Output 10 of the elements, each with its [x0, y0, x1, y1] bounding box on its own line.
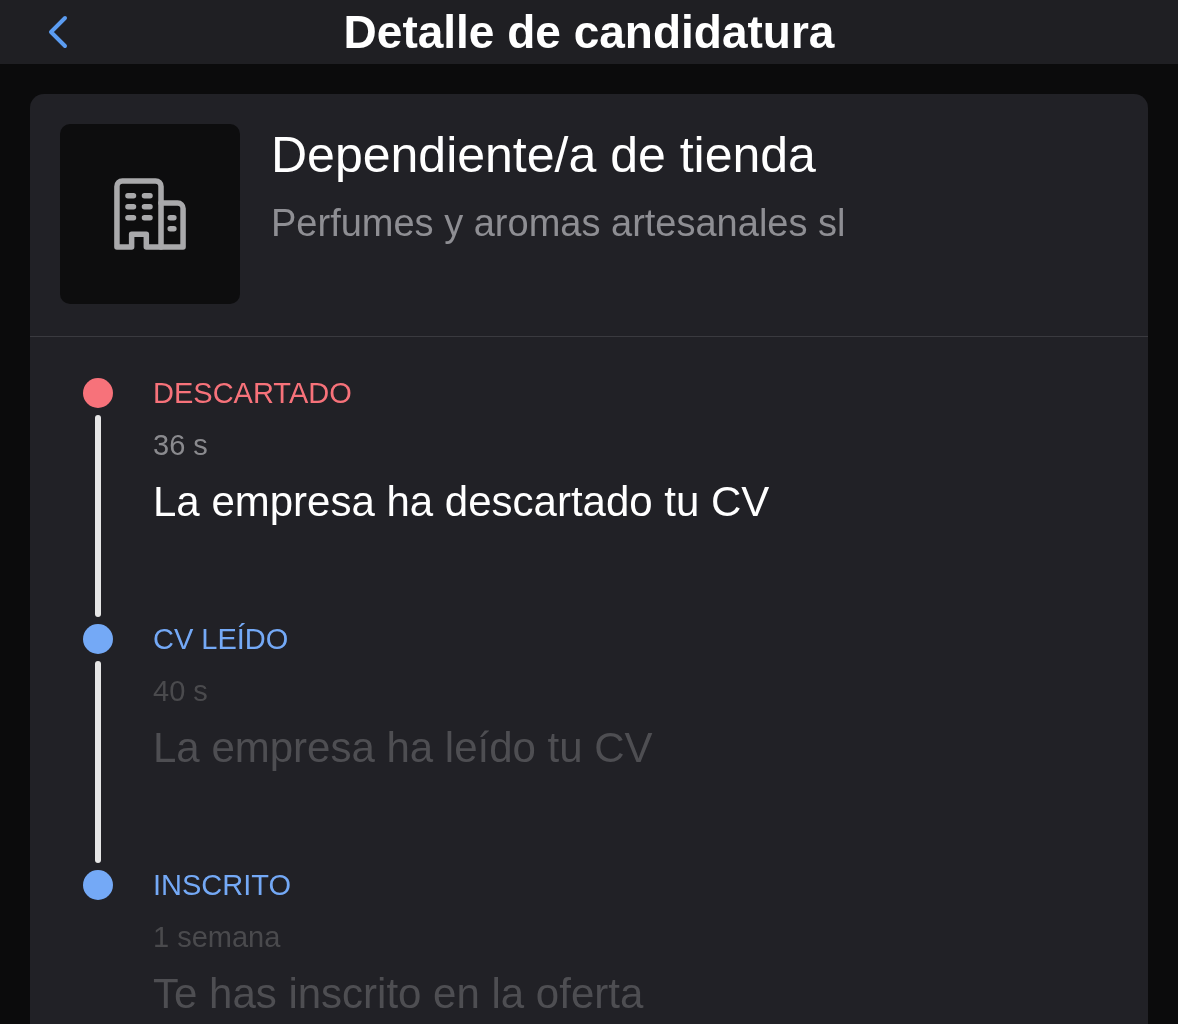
status-label: CV LEÍDO: [153, 624, 290, 654]
status-label: INSCRITO: [153, 870, 293, 900]
page-title: Detalle de candidatura: [343, 5, 835, 59]
company-name: Perfumes y aromas artesanales sl: [271, 201, 846, 245]
building-icon: [114, 178, 186, 250]
job-title: Dependiente/a de tienda: [271, 126, 817, 184]
status-time: 36 s: [153, 428, 209, 462]
back-icon: [48, 15, 68, 49]
status-label: DESCARTADO: [153, 378, 353, 408]
status-message: La empresa ha descartado tu CV: [153, 477, 770, 527]
